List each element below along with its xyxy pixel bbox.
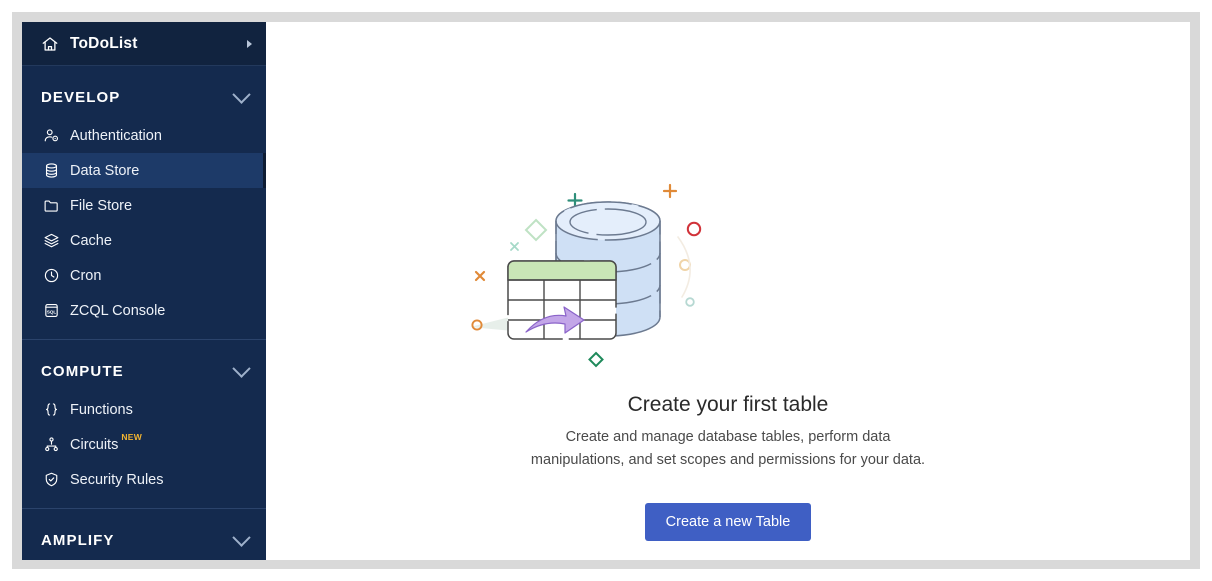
application-window: ToDoList DEVELOP Authentication Data Sto… bbox=[22, 22, 1190, 560]
sidebar-item-circuits[interactable]: Circuits NEW bbox=[22, 427, 266, 462]
chevron-down-icon[interactable] bbox=[232, 84, 251, 104]
sidebar-item-file-store[interactable]: File Store bbox=[22, 188, 266, 223]
sidebar-group-label: COMPUTE bbox=[41, 362, 124, 380]
sidebar-group-develop: DEVELOP Authentication Data Store File S… bbox=[22, 66, 266, 340]
decor-x-teal bbox=[510, 242, 519, 251]
home-icon bbox=[40, 34, 60, 54]
database-table-illustration bbox=[470, 183, 702, 368]
sidebar: ToDoList DEVELOP Authentication Data Sto… bbox=[22, 22, 266, 560]
sidebar-item-functions[interactable]: Functions bbox=[22, 392, 266, 427]
sidebar-group-label: DEVELOP bbox=[41, 88, 121, 106]
sidebar-group-label: AMPLIFY bbox=[41, 531, 115, 549]
main-content: Create your first table Create and manag… bbox=[266, 22, 1190, 560]
sidebar-item-authentication[interactable]: Authentication bbox=[22, 118, 266, 153]
status-badge-new: NEW bbox=[121, 432, 143, 442]
sidebar-item-label: Data Store bbox=[70, 162, 140, 179]
shield-check-icon bbox=[41, 470, 61, 490]
page-title: Create your first table bbox=[627, 393, 829, 416]
decor-diamond-green-light bbox=[524, 218, 548, 242]
data-table-graphic bbox=[507, 260, 617, 340]
decor-circle-teal bbox=[685, 297, 695, 307]
sidebar-group-header-compute[interactable]: COMPUTE bbox=[22, 350, 266, 392]
layers-icon bbox=[41, 231, 61, 251]
sidebar-project-name: ToDoList bbox=[70, 34, 138, 52]
sql-console-icon: SQL bbox=[41, 301, 61, 321]
sidebar-item-label: Cron bbox=[70, 267, 102, 284]
sidebar-group-amplify: AMPLIFY bbox=[22, 509, 266, 560]
sidebar-item-label: Security Rules bbox=[70, 471, 164, 488]
sidebar-item-label: Circuits bbox=[70, 436, 119, 453]
folder-icon bbox=[41, 196, 61, 216]
sidebar-item-label: ZCQL Console bbox=[70, 302, 166, 319]
sidebar-item-zcql-console[interactable]: SQL ZCQL Console bbox=[22, 293, 266, 328]
chevron-down-icon[interactable] bbox=[232, 358, 251, 378]
sidebar-item-label: Authentication bbox=[70, 127, 162, 144]
sidebar-item-label: File Store bbox=[70, 197, 133, 214]
decor-plus-orange bbox=[662, 183, 678, 199]
sidebar-item-data-store[interactable]: Data Store bbox=[22, 153, 266, 188]
sidebar-item-cron[interactable]: Cron bbox=[22, 258, 266, 293]
decor-x-orange bbox=[474, 270, 486, 282]
screenshot-root: ToDoList DEVELOP Authentication Data Sto… bbox=[0, 0, 1212, 581]
sidebar-group-compute: COMPUTE Functions Circuits NEW Security … bbox=[22, 340, 266, 509]
sidebar-group-header-develop[interactable]: DEVELOP bbox=[22, 76, 266, 118]
empty-state-panel: Create your first table Create and manag… bbox=[448, 177, 1008, 541]
decor-diamond-green bbox=[588, 351, 604, 368]
user-auth-icon bbox=[41, 126, 61, 146]
create-new-table-button[interactable]: Create a new Table bbox=[644, 502, 812, 541]
svg-text:SQL: SQL bbox=[46, 310, 56, 315]
sidebar-item-label: Functions bbox=[70, 401, 133, 418]
empty-state-description: Create and manage database tables, perfo… bbox=[530, 429, 926, 469]
sidebar-group-header-amplify[interactable]: AMPLIFY bbox=[22, 519, 266, 560]
sidebar-project-header[interactable]: ToDoList bbox=[22, 22, 266, 66]
sidebar-item-security-rules[interactable]: Security Rules bbox=[22, 462, 266, 497]
circuit-nodes-icon bbox=[41, 435, 61, 455]
caret-right-icon[interactable] bbox=[247, 39, 252, 48]
database-icon bbox=[41, 161, 61, 181]
chevron-down-icon[interactable] bbox=[232, 527, 251, 547]
decor-circle-red bbox=[686, 221, 702, 237]
sidebar-item-cache[interactable]: Cache bbox=[22, 223, 266, 258]
braces-icon bbox=[41, 400, 61, 420]
clock-icon bbox=[41, 266, 61, 286]
sidebar-item-label: Cache bbox=[70, 232, 112, 249]
